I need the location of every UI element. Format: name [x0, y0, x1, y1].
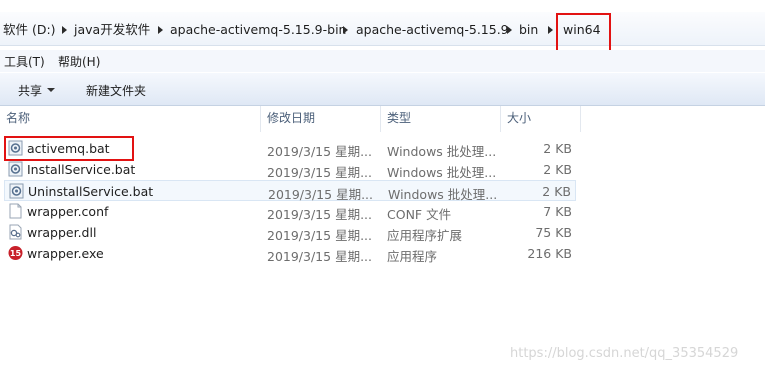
- file-row-uninstallservice-bat[interactable]: UninstallService.bat 2019/3/15 星期... Win…: [4, 180, 576, 202]
- file-name: UninstallService.bat: [28, 184, 154, 199]
- breadcrumb-activemq-bin[interactable]: apache-activemq-5.15.9-bin: [170, 21, 346, 39]
- watermark: https://blog.csdn.net/qq_35354529: [510, 346, 739, 361]
- file-size: 2 KB: [543, 141, 572, 156]
- file-size: 2 KB: [542, 184, 571, 199]
- file-size: 7 KB: [543, 204, 572, 219]
- dll-file-icon: [9, 224, 22, 240]
- file-type: CONF 文件: [387, 207, 452, 222]
- highlight-box-activemq: [4, 136, 134, 161]
- file-modified: 2019/3/15 星期...: [267, 249, 372, 264]
- file-row-wrapper-dll[interactable]: wrapper.dll 2019/3/15 星期... 应用程序扩展 75 KB: [4, 222, 576, 243]
- highlight-box-win64: [556, 13, 611, 54]
- address-bar[interactable]: 软件 (D:) java开发软件 apache-activemq-5.15.9-…: [0, 12, 765, 46]
- batch-file-icon: [8, 161, 23, 177]
- file-name: wrapper.dll: [27, 225, 97, 240]
- breadcrumb-separator-icon[interactable]: [158, 26, 163, 34]
- column-header-name[interactable]: 名称: [0, 106, 261, 132]
- breadcrumb-java-software[interactable]: java开发软件: [74, 21, 150, 39]
- file-name: InstallService.bat: [27, 162, 136, 177]
- file-size: 2 KB: [543, 162, 572, 177]
- file-row-wrapper-conf[interactable]: wrapper.conf 2019/3/15 星期... CONF 文件 7 K…: [4, 201, 576, 222]
- share-dropdown-icon[interactable]: [47, 88, 55, 92]
- svg-text:15: 15: [10, 249, 22, 258]
- file-name: wrapper.conf: [27, 204, 109, 219]
- file-type: 应用程序: [387, 249, 438, 264]
- exe-file-icon: 15: [8, 246, 23, 260]
- file-modified: 2019/3/15 星期...: [267, 144, 372, 159]
- column-header-size[interactable]: 大小: [501, 106, 581, 132]
- file-modified: 2019/3/15 星期...: [267, 165, 372, 180]
- new-folder-button[interactable]: 新建文件夹: [86, 82, 146, 99]
- file-modified: 2019/3/15 星期...: [267, 207, 372, 222]
- breadcrumb-separator-icon[interactable]: [62, 26, 67, 34]
- column-header-modified[interactable]: 修改日期: [261, 106, 381, 132]
- menu-help[interactable]: 帮助(H): [58, 53, 100, 70]
- menu-tools[interactable]: 工具(T): [4, 53, 45, 70]
- breadcrumb-separator-icon[interactable]: [507, 26, 512, 34]
- batch-file-icon: [9, 183, 24, 199]
- menu-bar: 工具(T) 帮助(H): [0, 50, 765, 72]
- blank-file-icon: [9, 203, 22, 219]
- command-bar: 共享 新建文件夹: [0, 72, 765, 106]
- file-name: wrapper.exe: [27, 246, 104, 261]
- file-type: Windows 批处理...: [387, 144, 497, 159]
- file-modified: 2019/3/15 星期...: [267, 228, 372, 243]
- column-header-type[interactable]: 类型: [381, 106, 501, 132]
- file-size: 216 KB: [527, 246, 572, 261]
- breadcrumb-activemq[interactable]: apache-activemq-5.15.9: [356, 21, 509, 39]
- file-type: Windows 批处理...: [387, 165, 497, 180]
- breadcrumb-drive[interactable]: 软件 (D:): [3, 21, 56, 39]
- file-row-installservice-bat[interactable]: InstallService.bat 2019/3/15 星期... Windo…: [4, 159, 576, 180]
- file-row-wrapper-exe[interactable]: 15 wrapper.exe 2019/3/15 星期... 应用程序 216 …: [4, 243, 576, 264]
- file-size: 75 KB: [535, 225, 572, 240]
- breadcrumb-separator-icon[interactable]: [343, 26, 348, 34]
- share-button[interactable]: 共享: [18, 82, 42, 99]
- breadcrumb-separator-icon[interactable]: [548, 26, 553, 34]
- file-type: 应用程序扩展: [387, 228, 463, 243]
- breadcrumb-bin[interactable]: bin: [519, 21, 538, 39]
